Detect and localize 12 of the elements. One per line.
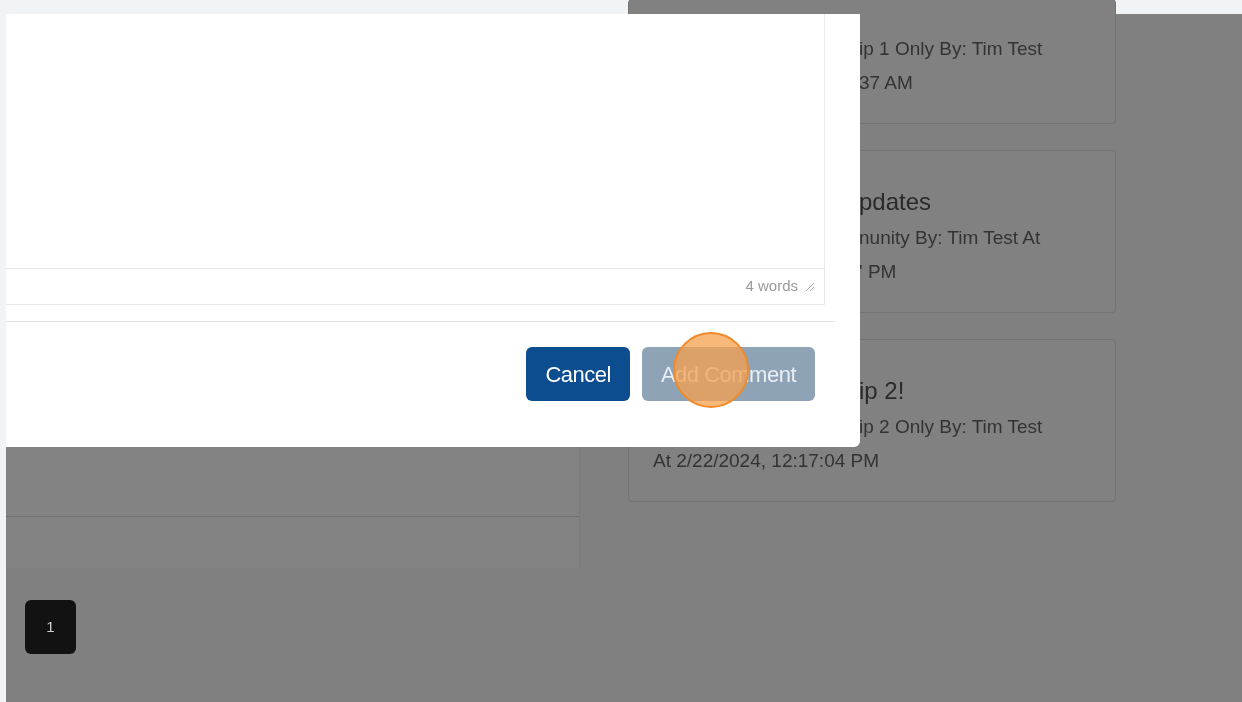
post-meta: At 2/22/2024, 12:17:04 PM: [653, 449, 880, 473]
post-meta: ip 2 Only By: Tim Test: [859, 415, 1043, 439]
post-meta: 37 AM: [859, 71, 913, 95]
post-meta: ip 1 Only By: Tim Test: [859, 37, 1043, 61]
post-meta: ' PM: [859, 260, 897, 284]
post-title: ip 2!: [859, 376, 905, 406]
resize-handle-icon[interactable]: [806, 282, 814, 291]
post-meta: nunity By: Tim Test At: [859, 226, 1041, 250]
word-count: 4 words: [745, 276, 798, 297]
page-button[interactable]: 1: [25, 600, 76, 654]
cancel-button[interactable]: Cancel: [526, 347, 630, 401]
post-title: pdates: [859, 187, 932, 217]
